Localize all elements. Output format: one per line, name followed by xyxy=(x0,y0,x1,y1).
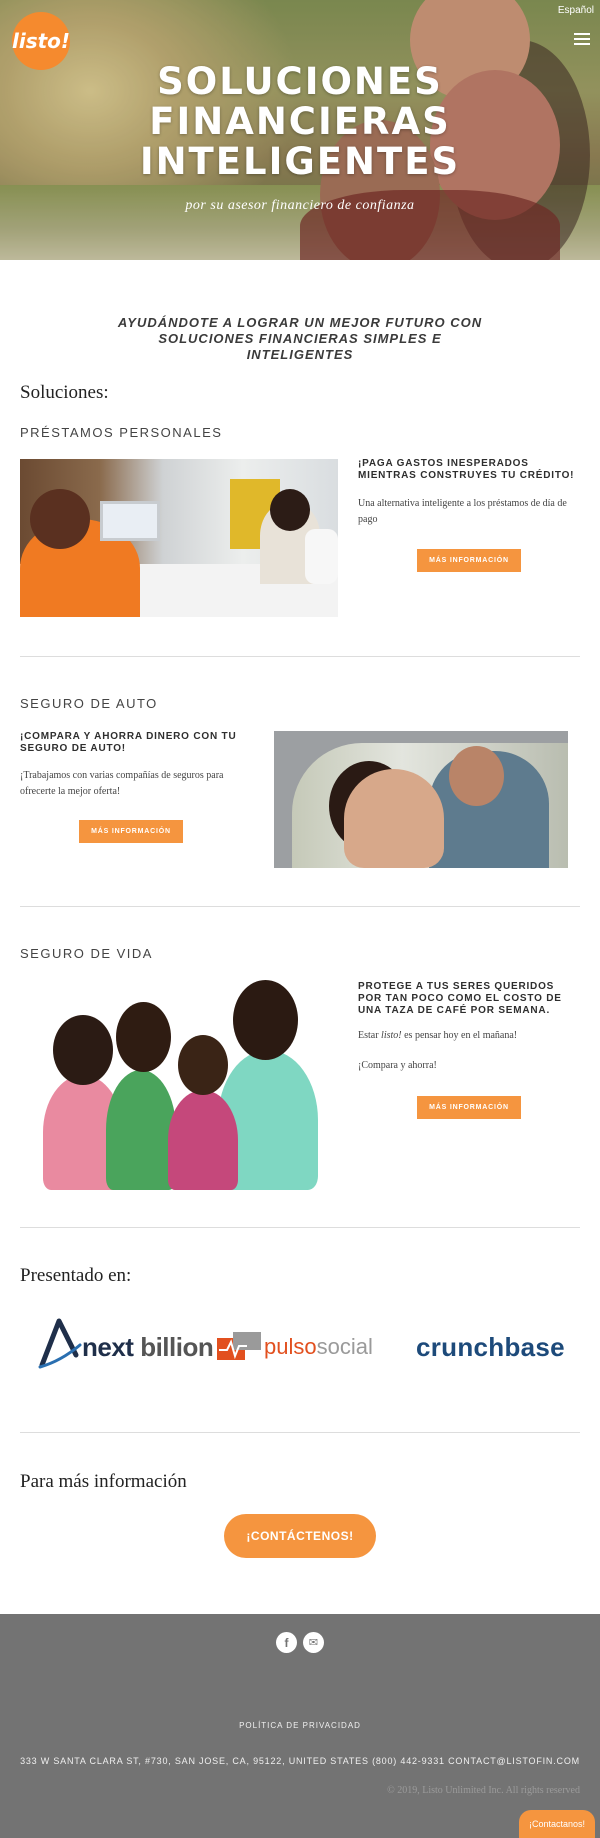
contact-heading: Para más información xyxy=(20,1471,187,1492)
photo-chair xyxy=(305,529,338,584)
facebook-icon[interactable]: f xyxy=(276,1632,297,1653)
photo-man-head xyxy=(449,746,504,806)
life-text-1-post: es pensar hoy en el mañana! xyxy=(401,1030,518,1041)
photo-girl xyxy=(106,1070,176,1190)
loans-heading: PRÉSTAMOS PERSONALES xyxy=(20,425,223,440)
crunchbase-logo[interactable]: crunchbase xyxy=(416,1332,565,1363)
hero-title-line: INTELIGENTES xyxy=(139,140,461,183)
nextbillion-logo-billion: billion xyxy=(133,1332,214,1362)
privacy-policy-link[interactable]: POLÍTICA DE PRIVACIDAD xyxy=(0,1721,600,1730)
life-text-1-pre: Estar xyxy=(358,1030,382,1041)
auto-heading: SEGURO DE AUTO xyxy=(20,696,158,711)
hero-subtitle: por su asesor financiero de confianza xyxy=(185,198,415,213)
pulsosocial-logo-social: social xyxy=(316,1334,373,1359)
pulsosocial-logo-pulso: pulso xyxy=(264,1334,317,1359)
auto-text: ¡Trabajamos con varias compañías de segu… xyxy=(20,770,224,797)
loans-more-info-button[interactable]: MÁS INFORMACIÓN xyxy=(417,549,521,572)
life-text-1: Estar listo! es pensar hoy en el mañana! xyxy=(358,1028,580,1044)
life-more-info-button[interactable]: MÁS INFORMACIÓN xyxy=(417,1096,521,1119)
auto-more-info-button[interactable]: MÁS INFORMACIÓN xyxy=(79,820,183,843)
life-text-2: ¡Compara y ahorra! xyxy=(358,1060,437,1071)
language-switch-link[interactable]: Español xyxy=(558,5,594,16)
tagline: AYUDÁNDOTE A LOGRAR UN MEJOR FUTURO CON … xyxy=(117,315,483,362)
section-divider xyxy=(20,1432,580,1433)
photo-boy-head xyxy=(178,1035,228,1095)
pulsosocial-heart-icon xyxy=(217,1332,261,1360)
auto-title: ¡COMPARA Y AHORRA DINERO CON TU SEGURO D… xyxy=(20,731,237,754)
solutions-heading: Soluciones: xyxy=(20,382,109,403)
loans-photo xyxy=(20,459,338,617)
menu-line xyxy=(574,38,590,40)
photo-mother-head xyxy=(53,1015,113,1085)
section-divider xyxy=(20,656,580,657)
life-title: PROTEGE A TUS SERES QUERIDOS POR TAN POC… xyxy=(358,981,562,1016)
auto-photo xyxy=(274,731,568,868)
footer-contact-info: 333 W SANTA CLARA ST, #730, SAN JOSE, CA… xyxy=(20,1756,580,1766)
loans-text: Una alternativa inteligente a los présta… xyxy=(358,498,567,525)
photo-father-head xyxy=(233,980,298,1060)
photo-girl-head xyxy=(116,1002,171,1072)
menu-line xyxy=(574,33,590,35)
life-photo xyxy=(38,980,318,1190)
floating-contact-button[interactable]: ¡Contactanos! xyxy=(519,1810,595,1838)
copyright-text: © 2019, Listo Unlimited Inc. All rights … xyxy=(387,1785,580,1796)
loans-title: ¡PAGA GASTOS INESPERADOS MIENTRAS CONSTR… xyxy=(358,458,575,481)
life-heading: SEGURO DE VIDA xyxy=(20,946,153,961)
press-heading: Presentado en: xyxy=(20,1265,132,1286)
hamburger-menu-icon[interactable] xyxy=(574,33,590,45)
hero-title-line: SOLUCIONES xyxy=(157,60,443,103)
life-text-1-brand: listo! xyxy=(381,1030,402,1041)
nextbillion-logo[interactable]: next billion xyxy=(82,1332,214,1363)
photo-woman xyxy=(344,769,444,868)
nextbillion-logo-next: next xyxy=(82,1332,134,1362)
hero-title-line: FINANCIERAS xyxy=(149,100,451,143)
nextbillion-logo-mark xyxy=(38,1318,82,1369)
hero-title: SOLUCIONES FINANCIERAS INTELIGENTES xyxy=(0,62,600,182)
contact-us-button[interactable]: ¡CONTÁCTENOS! xyxy=(224,1514,376,1558)
photo-monitor xyxy=(100,501,160,541)
photo-boy xyxy=(168,1090,238,1190)
pulsosocial-logo[interactable]: pulsosocial xyxy=(264,1334,373,1360)
email-icon[interactable]: ✉ xyxy=(303,1632,324,1653)
section-divider xyxy=(20,1227,580,1228)
photo-agent-head xyxy=(30,489,90,549)
photo-person-head xyxy=(270,489,310,531)
section-divider xyxy=(20,906,580,907)
menu-line xyxy=(574,43,590,45)
